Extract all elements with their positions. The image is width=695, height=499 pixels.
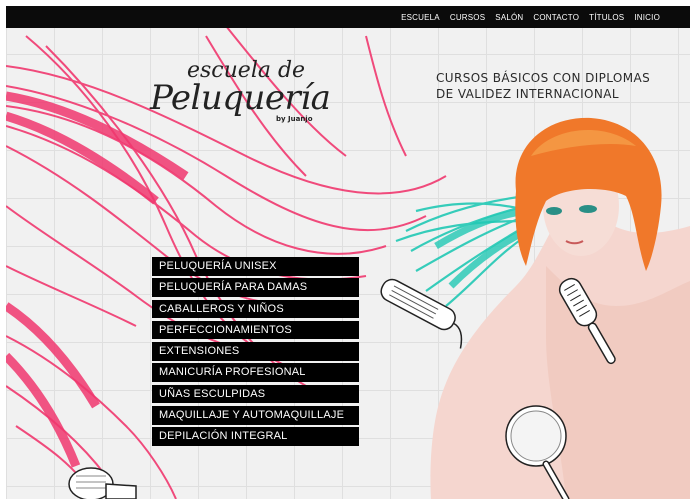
main-nav: ESCUELA CURSOS SALÓN CONTACTO TÍTULOS IN…	[401, 6, 660, 28]
menu-item-unas-esculpidas[interactable]: UÑAS ESCULPIDAS	[152, 384, 359, 404]
nav-link-escuela[interactable]: ESCUELA	[401, 13, 440, 22]
menu-item-maquillaje[interactable]: MAQUILLAJE Y AUTOMAQUILLAJE	[152, 406, 359, 425]
tagline-line-1: CURSOS BÁSICOS CON DIPLOMAS	[436, 71, 651, 85]
logo-line-peluqueria: Peluquería	[150, 78, 331, 118]
site-logo[interactable]: escuela de Peluquería by Juanjo	[150, 56, 332, 136]
nav-link-inicio[interactable]: INICIO	[634, 13, 660, 22]
page-frame: ESCUELA CURSOS SALÓN CONTACTO TÍTULOS IN…	[6, 6, 690, 499]
nav-link-cursos[interactable]: CURSOS	[450, 13, 485, 22]
menu-item-perfeccionamientos[interactable]: PERFECCIONAMIENTOS	[152, 320, 359, 340]
menu-item-peluqueria-para-damas[interactable]: PELUQUERÍA PARA DAMAS	[152, 278, 359, 297]
nav-link-salon[interactable]: SALÓN	[495, 13, 523, 22]
flat-iron-icon	[380, 278, 463, 349]
menu-item-extensiones[interactable]: EXTENSIONES	[152, 342, 359, 361]
tagline: CURSOS BÁSICOS CON DIPLOMAS DE VALIDEZ I…	[436, 70, 676, 102]
nav-link-contacto[interactable]: CONTACTO	[533, 13, 579, 22]
menu-item-caballeros-y-ninos[interactable]: CABALLEROS Y NIÑOS	[152, 299, 359, 319]
menu-item-manicuria-profesional[interactable]: MANICURÍA PROFESIONAL	[152, 363, 359, 382]
menu-item-peluqueria-unisex[interactable]: PELUQUERÍA UNISEX	[152, 257, 359, 276]
tagline-line-2: DE VALIDEZ INTERNACIONAL	[436, 87, 619, 101]
course-menu: PELUQUERÍA UNISEX PELUQUERÍA PARA DAMAS …	[152, 257, 359, 449]
hair-dryer-icon	[68, 467, 137, 499]
menu-item-depilacion-integral[interactable]: DEPILACIÓN INTEGRAL	[152, 427, 359, 446]
top-nav-bar: ESCUELA CURSOS SALÓN CONTACTO TÍTULOS IN…	[6, 6, 690, 28]
logo-line-byline: by Juanjo	[276, 115, 313, 123]
nav-link-titulos[interactable]: TÍTULOS	[589, 13, 624, 22]
